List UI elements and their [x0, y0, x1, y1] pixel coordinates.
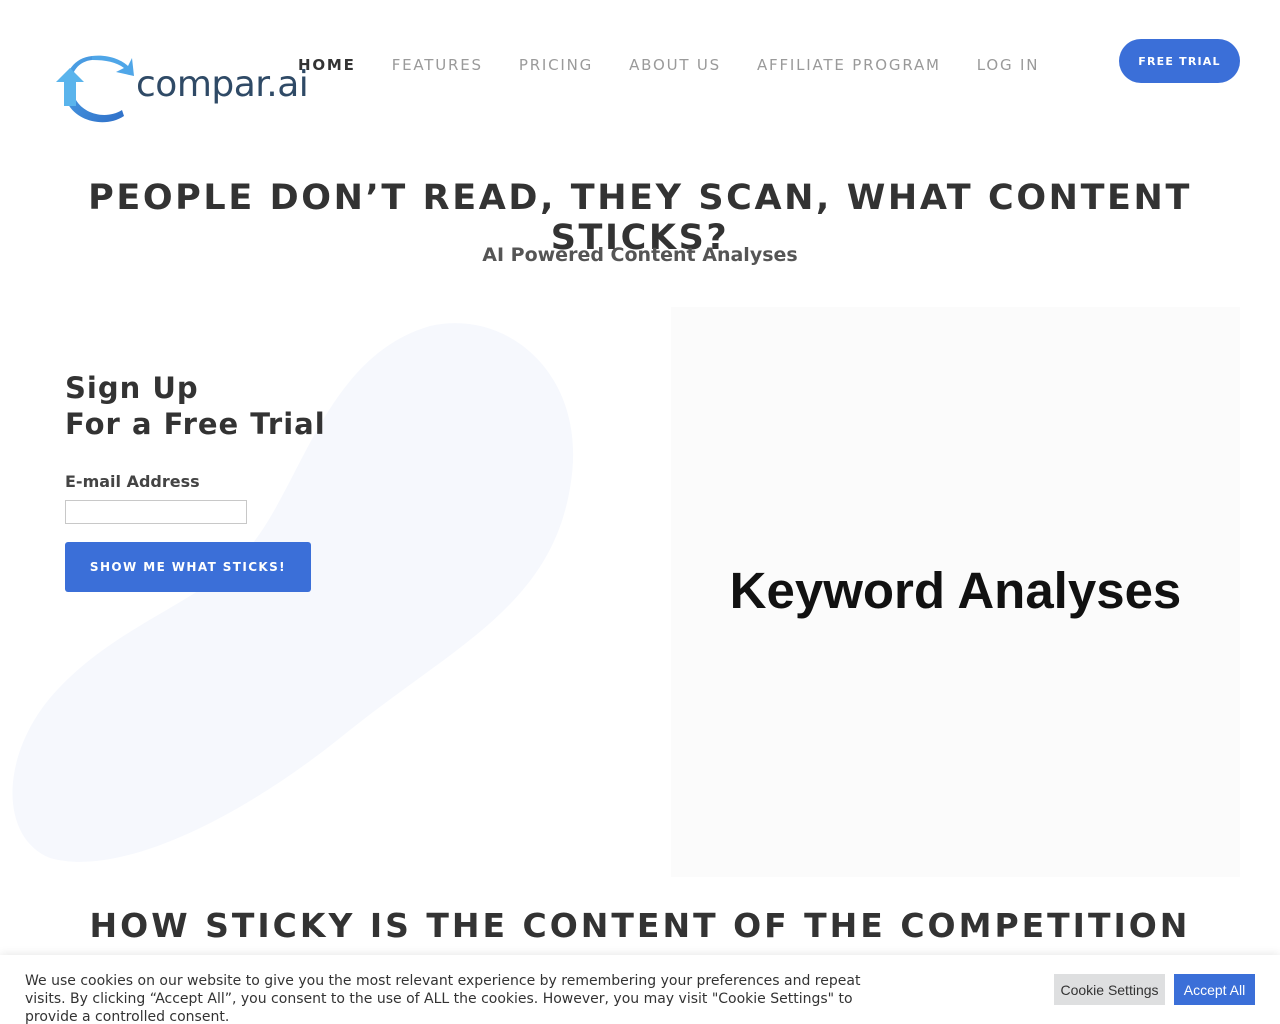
logo-wordmark: compar.ai: [136, 64, 309, 105]
feature-panel-text: Keyword Analyses: [729, 562, 1182, 619]
nav-item-log-in[interactable]: LOG IN: [977, 56, 1039, 74]
free-trial-button[interactable]: FREE TRIAL: [1119, 39, 1240, 83]
accept-all-button[interactable]: Accept All: [1174, 974, 1255, 1005]
logo[interactable]: compar.ai: [52, 54, 332, 126]
email-field[interactable]: [65, 500, 247, 524]
nav-item-features[interactable]: FEATURES: [392, 56, 483, 74]
logo-name: compar: [136, 64, 267, 105]
nav-item-about-us[interactable]: ABOUT US: [629, 56, 721, 74]
show-me-what-sticks-button[interactable]: SHOW ME WHAT STICKS!: [65, 542, 311, 592]
signup-title-line1: Sign Up: [65, 371, 199, 405]
email-label: E-mail Address: [65, 472, 200, 491]
hero-subtitle: AI Powered Content Analyses: [482, 244, 798, 266]
nav-item-affiliate-program[interactable]: AFFILIATE PROGRAM: [757, 56, 941, 74]
feature-panel: Keyword Analyses: [671, 307, 1240, 877]
cookie-settings-button[interactable]: Cookie Settings: [1054, 974, 1165, 1005]
nav-item-pricing[interactable]: PRICING: [519, 56, 593, 74]
signup-title-line2: For a Free Trial: [65, 407, 326, 441]
main-nav: HOME FEATURES PRICING ABOUT US AFFILIATE…: [298, 56, 1039, 74]
cookie-text: We use cookies on our website to give yo…: [25, 973, 861, 1024]
logo-arrows-icon: [56, 55, 134, 123]
nav-item-home[interactable]: HOME: [298, 56, 356, 74]
section-title: HOW STICKY IS THE CONTENT OF THE COMPETI…: [89, 906, 1191, 945]
cookie-banner: We use cookies on our website to give yo…: [0, 955, 1280, 1024]
signup-title: Sign Up For a Free Trial: [65, 370, 326, 442]
